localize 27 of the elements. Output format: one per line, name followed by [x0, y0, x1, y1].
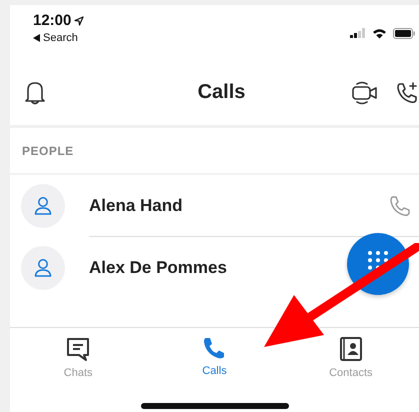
- clock-time: 12:00: [33, 12, 72, 29]
- person-icon: [33, 258, 53, 278]
- back-link[interactable]: Search: [33, 32, 84, 44]
- screen-title: Calls: [198, 81, 246, 104]
- section-heading: PEOPLE: [22, 144, 74, 158]
- call-action-button[interactable]: [389, 194, 411, 216]
- location-arrow-icon: [74, 16, 84, 26]
- back-triangle-icon: [33, 34, 40, 42]
- contact-book-icon: [338, 336, 363, 362]
- chat-bubble-icon: [65, 336, 92, 362]
- contact-row[interactable]: Alex De Pommes: [10, 237, 419, 299]
- wifi-icon: [372, 28, 387, 38]
- video-call-button[interactable]: [351, 80, 379, 104]
- signal-icon: [350, 28, 366, 38]
- battery-icon: [393, 28, 415, 38]
- phone-plus-icon: [395, 80, 419, 104]
- tab[interactable]: Calls: [169, 336, 260, 397]
- notifications-button[interactable]: [24, 80, 46, 104]
- video-camera-icon: [351, 80, 379, 104]
- contact-name[interactable]: Alex De Pommes: [89, 258, 227, 278]
- contact-name[interactable]: Alena Hand: [89, 196, 183, 216]
- bell-icon: [24, 80, 46, 104]
- contact-row[interactable]: Alena Hand: [10, 175, 419, 237]
- phone-icon: [389, 194, 411, 216]
- person-icon: [33, 196, 53, 216]
- phone-icon: [202, 336, 226, 360]
- new-call-button[interactable]: [395, 80, 419, 104]
